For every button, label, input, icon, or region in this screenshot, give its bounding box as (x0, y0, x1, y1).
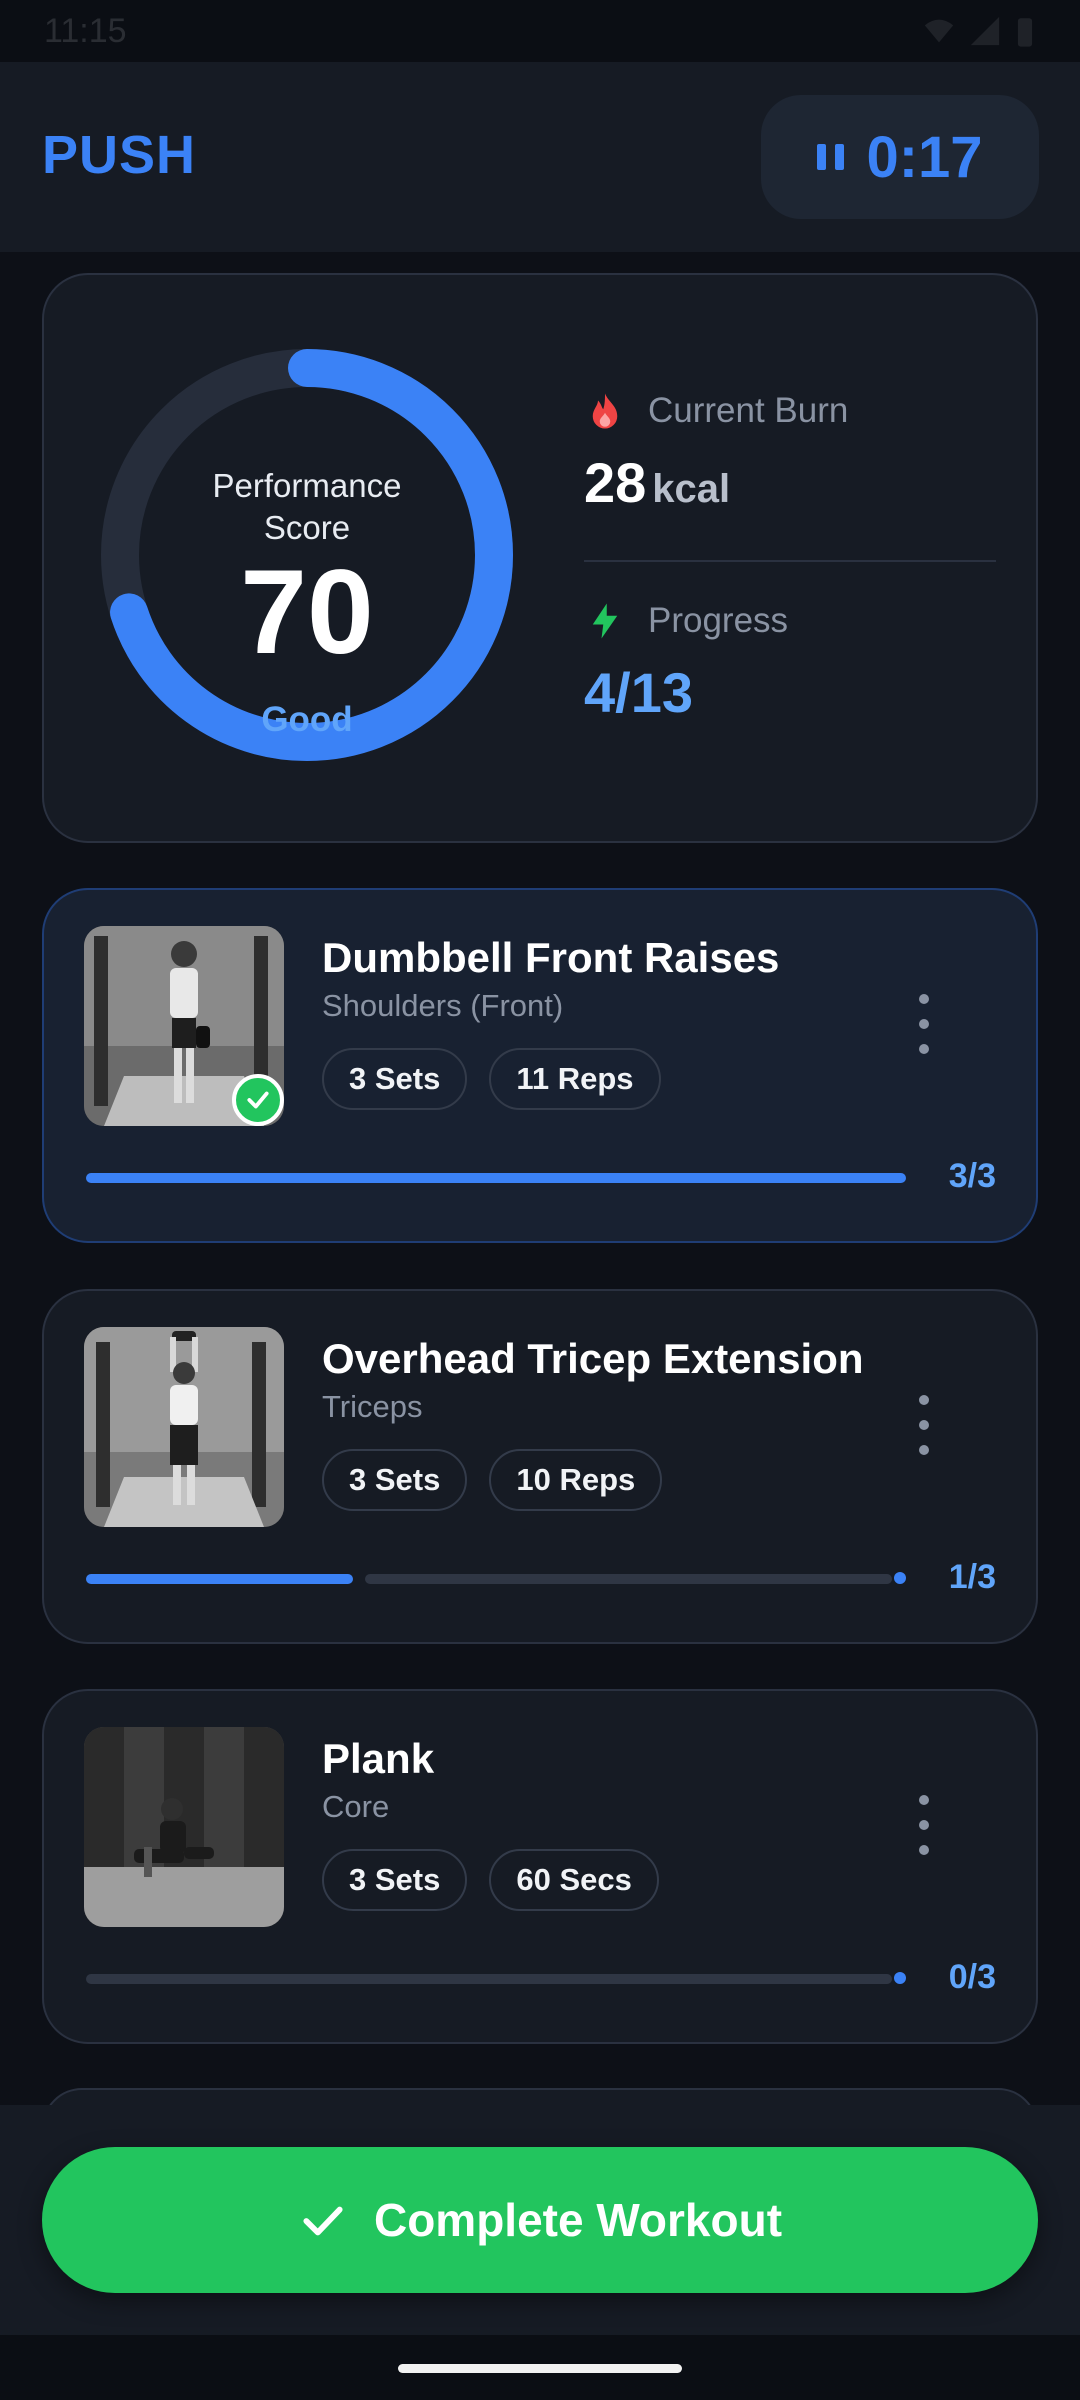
score-label: Performance Score (212, 467, 402, 546)
complete-workout-label: Complete Workout (373, 2194, 783, 2246)
progress-end-dot (894, 1572, 906, 1584)
workout-timer-button[interactable]: 0:17 (761, 95, 1039, 219)
progress-fill (86, 1173, 906, 1183)
exercise-progress-bar (86, 1173, 906, 1183)
exercise-card[interactable]: Overhead Tricep Extension Triceps 3 Sets… (42, 1289, 1038, 1644)
burn-unit: kcal (652, 467, 731, 511)
stats-card: Performance Score 70 Good Current Burn 28… (42, 273, 1038, 843)
progress-fill (86, 1574, 354, 1584)
score-text: Performance Score 70 Good (82, 330, 532, 780)
pause-icon (817, 144, 845, 170)
more-options-icon[interactable] (912, 1795, 936, 1855)
exercise-image (84, 1327, 284, 1527)
exercise-muscle: Shoulders (Front) (322, 988, 564, 1023)
exercise-card[interactable]: Plank Core 3 Sets 60 Secs 0/3 (42, 1689, 1038, 2044)
checkmark-icon (303, 2206, 343, 2236)
burn-label: Current Burn (648, 391, 849, 430)
reps-chip: 10 Reps (489, 1449, 663, 1511)
signal-icon (970, 16, 1000, 46)
stats-divider (584, 560, 996, 562)
exercise-set-count: 3/3 (948, 1157, 996, 1195)
exercise-name: Overhead Tricep Extension (322, 1335, 864, 1382)
exercise-card[interactable]: Dumbbell Front Raises Shoulders (Front) … (42, 888, 1038, 1243)
score-value: 70 (240, 545, 374, 679)
progress-value: 4/13 (584, 661, 693, 724)
progress-end-dot (894, 1972, 906, 1984)
exercise-image (84, 1727, 284, 1927)
more-options-icon[interactable] (912, 1395, 936, 1455)
sets-chip: 3 Sets (322, 1449, 468, 1511)
complete-workout-button[interactable]: Complete Workout (42, 2147, 1038, 2293)
status-bar: 11:15 (0, 0, 1080, 62)
progress-stat: Progress 4/13 (584, 600, 994, 725)
exercise-name: Plank (322, 1735, 435, 1782)
completed-check-icon (232, 1074, 284, 1126)
wifi-icon (924, 19, 954, 43)
progress-remaining (86, 1974, 892, 1984)
workout-title: PUSH (42, 125, 197, 185)
timer-value: 0:17 (866, 124, 983, 190)
current-burn-stat: Current Burn 28 kcal (584, 390, 994, 515)
fire-icon (592, 393, 618, 429)
sets-chip: 3 Sets (322, 1048, 468, 1110)
exercise-progress-bar (86, 1972, 906, 1984)
exercise-muscle: Triceps (322, 1389, 423, 1424)
battery-icon (1017, 18, 1033, 47)
exercise-set-count: 0/3 (948, 1958, 996, 1996)
burn-value: 28 (584, 451, 647, 514)
sets-chip: 3 Sets (322, 1849, 468, 1911)
reps-chip: 60 Secs (489, 1849, 659, 1911)
home-gesture-handle[interactable] (398, 2364, 682, 2373)
exercise-progress-bar (86, 1572, 906, 1584)
exercise-muscle: Core (322, 1789, 390, 1824)
exercise-set-count: 1/3 (948, 1558, 996, 1596)
progress-label: Progress (648, 601, 789, 640)
reps-chip: 11 Reps (489, 1048, 661, 1110)
more-options-icon[interactable] (912, 994, 936, 1054)
lightning-icon (592, 603, 618, 639)
score-rating: Good (261, 700, 353, 739)
progress-remaining (365, 1574, 892, 1584)
status-icons (922, 14, 1036, 48)
exercise-name: Dumbbell Front Raises (322, 934, 780, 981)
status-time: 11:15 (44, 12, 127, 50)
